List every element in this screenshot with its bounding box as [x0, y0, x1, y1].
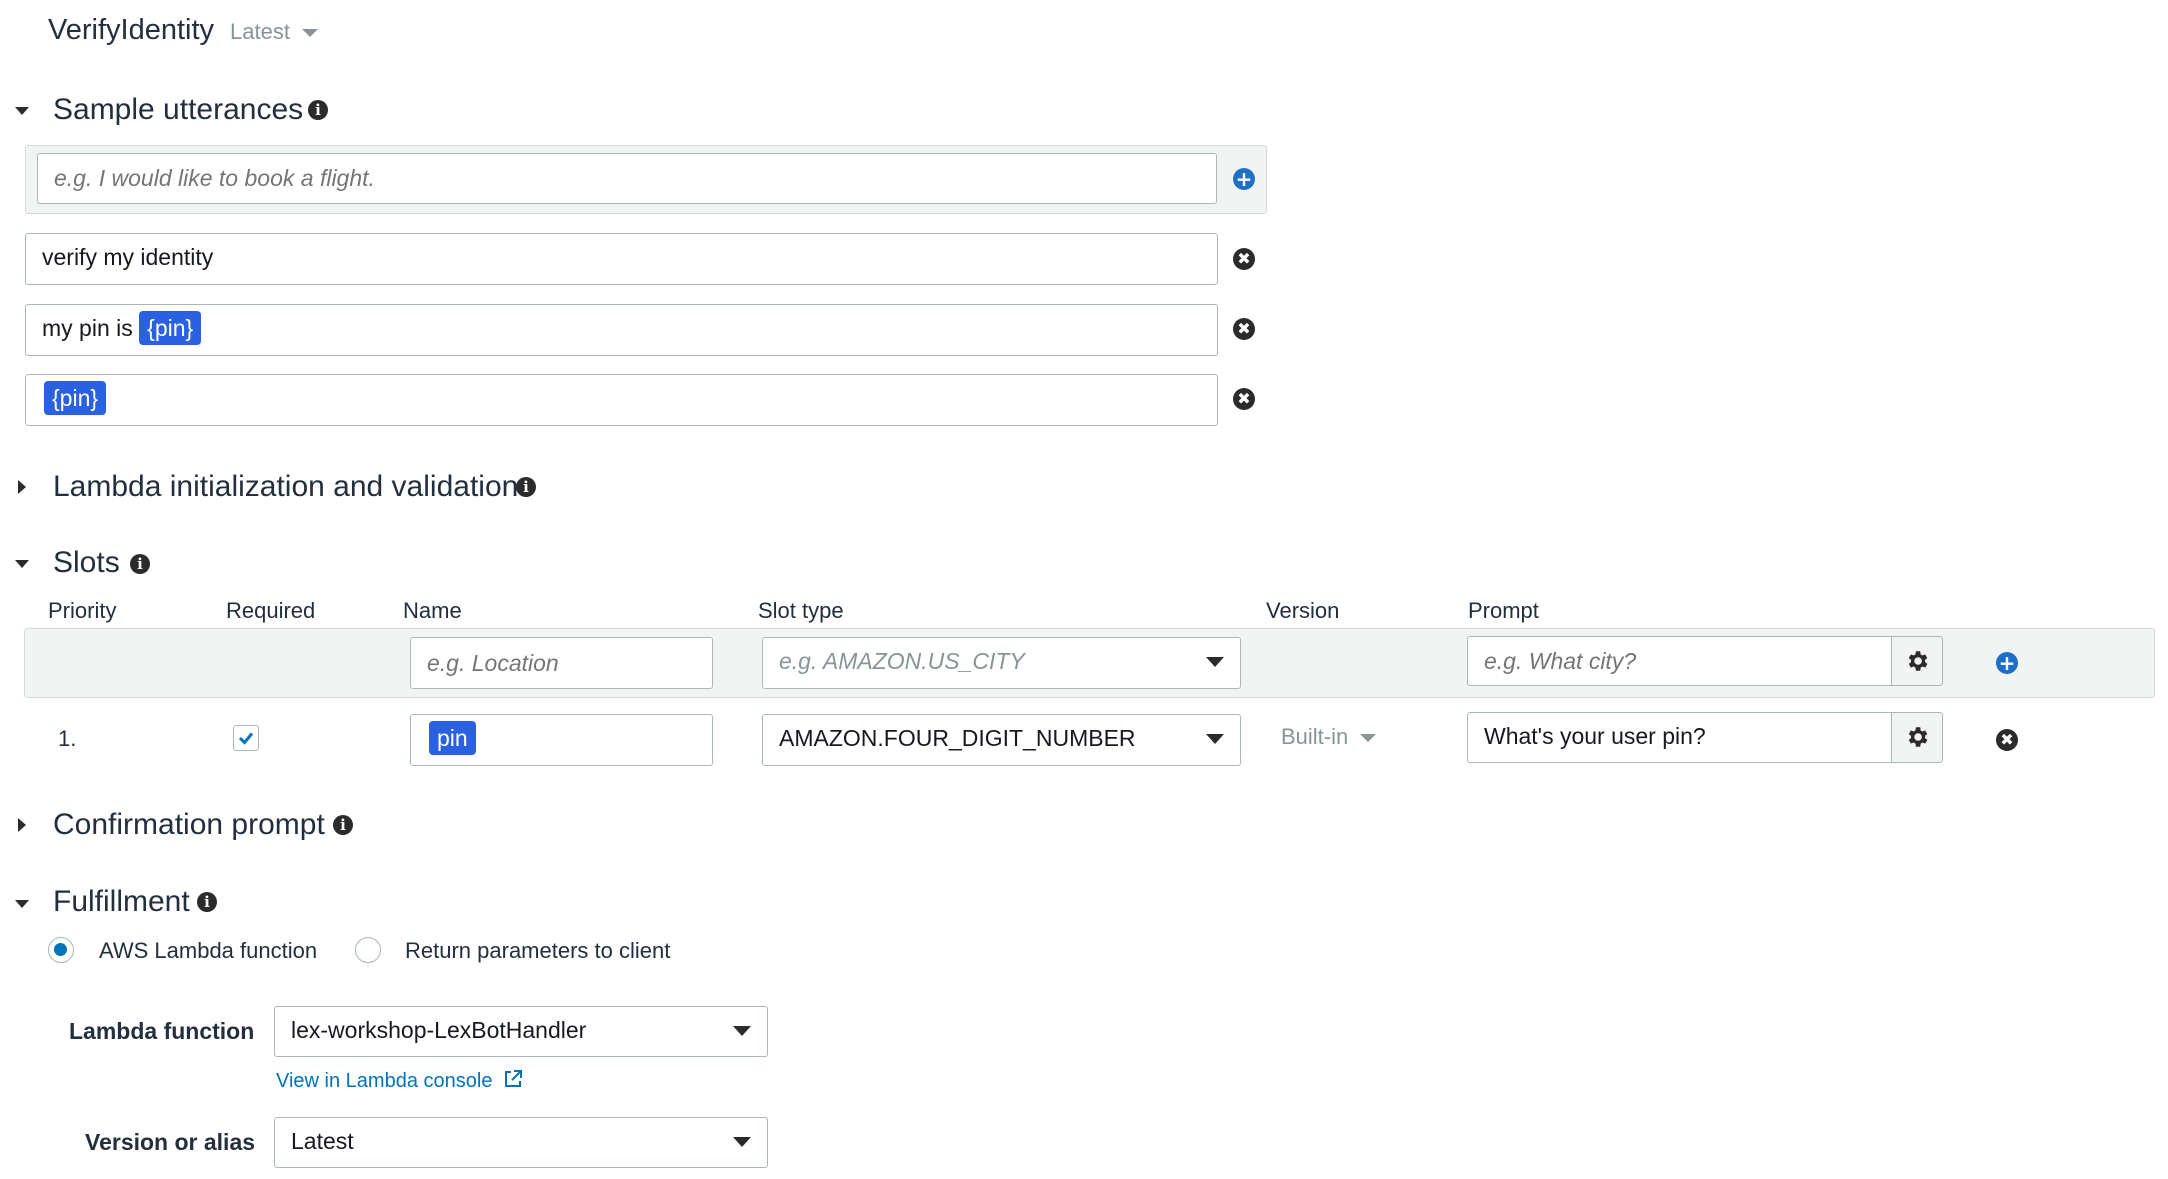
- add-utterance-icon[interactable]: +: [1233, 168, 1255, 190]
- column-prompt: Prompt: [1468, 598, 1539, 623]
- utterance-item[interactable]: verify my identity: [25, 233, 1218, 285]
- slot-chip: pin: [429, 721, 476, 756]
- version-alias-select[interactable]: Latest: [274, 1117, 768, 1168]
- caret-down-icon: [733, 1026, 751, 1036]
- slot-prompt-input[interactable]: What's your user pin?: [1467, 712, 1892, 763]
- radio-return-params-label[interactable]: Return parameters to client: [405, 938, 670, 964]
- new-slot-name-input[interactable]: [410, 637, 713, 689]
- new-utterance-input[interactable]: [37, 153, 1217, 204]
- expand-lambda-init-icon[interactable]: [18, 480, 26, 494]
- slot-required-checkbox[interactable]: [233, 725, 259, 751]
- remove-utterance-icon[interactable]: ✖: [1233, 248, 1255, 270]
- intent-version-label: Latest: [230, 19, 290, 44]
- lambda-init-title[interactable]: Lambda initialization and validation: [53, 470, 518, 504]
- intent-version-dropdown[interactable]: Latest: [230, 19, 319, 45]
- caret-down-icon: [1206, 657, 1224, 667]
- radio-aws-lambda-label[interactable]: AWS Lambda function: [99, 938, 317, 964]
- sample-utterances-title: Sample utterances: [53, 93, 304, 126]
- remove-slot-icon[interactable]: ✖: [1996, 729, 2018, 751]
- column-version: Version: [1266, 598, 1340, 623]
- view-lambda-console-label: View in Lambda console: [276, 1070, 493, 1092]
- info-icon[interactable]: i: [197, 892, 217, 912]
- column-required: Required: [226, 598, 316, 623]
- slot-type-value: AMAZON.FOUR_DIGIT_NUMBER: [779, 725, 1136, 751]
- fulfillment-title: Fulfillment: [53, 885, 190, 918]
- caret-down-icon: [1206, 734, 1224, 744]
- slot-chip: {pin}: [139, 311, 202, 346]
- slots-title: Slots: [53, 546, 120, 579]
- slot-version-dropdown[interactable]: Built-in: [1281, 724, 1377, 750]
- checkbox-icon: [238, 732, 254, 745]
- version-alias-value: Latest: [291, 1128, 354, 1154]
- slot-chip: {pin}: [44, 381, 107, 416]
- collapse-fulfillment-icon[interactable]: [15, 900, 29, 908]
- radio-aws-lambda[interactable]: [48, 937, 74, 963]
- new-slot-type-select[interactable]: e.g. AMAZON.US_CITY: [762, 637, 1241, 689]
- lambda-function-select[interactable]: lex-workshop-LexBotHandler: [274, 1006, 768, 1057]
- chevron-down-icon: [302, 29, 319, 38]
- collapse-sample-utterances-icon[interactable]: [15, 107, 29, 115]
- info-icon[interactable]: i: [130, 554, 150, 574]
- radio-return-params[interactable]: [355, 937, 381, 963]
- remove-utterance-icon[interactable]: ✖: [1233, 318, 1255, 340]
- new-slot-prompt-input[interactable]: [1467, 636, 1892, 686]
- chevron-down-icon: [1360, 734, 1377, 743]
- gear-icon: [1908, 651, 1928, 671]
- info-icon[interactable]: i: [308, 100, 328, 120]
- external-link-icon: [505, 1070, 522, 1087]
- lambda-function-value: lex-workshop-LexBotHandler: [291, 1017, 587, 1043]
- version-alias-label: Version or alias: [85, 1129, 256, 1155]
- utterance-item[interactable]: my pin is {pin}: [25, 304, 1218, 356]
- slot-type-placeholder: e.g. AMAZON.US_CITY: [779, 648, 1025, 674]
- prompt-settings-button[interactable]: [1891, 712, 1943, 763]
- expand-confirmation-icon[interactable]: [18, 818, 26, 832]
- column-name: Name: [403, 598, 462, 623]
- slot-type-select[interactable]: AMAZON.FOUR_DIGIT_NUMBER: [762, 714, 1241, 766]
- info-icon[interactable]: i: [333, 815, 353, 835]
- column-slot-type: Slot type: [758, 598, 844, 623]
- info-icon[interactable]: i: [516, 477, 536, 497]
- gear-icon: [1908, 727, 1928, 747]
- intent-name: VerifyIdentity: [48, 14, 215, 46]
- caret-down-icon: [733, 1137, 751, 1147]
- confirmation-prompt-title[interactable]: Confirmation prompt: [53, 808, 325, 842]
- lambda-function-label: Lambda function: [69, 1018, 255, 1044]
- utterance-text: verify my identity: [42, 244, 214, 270]
- add-slot-icon[interactable]: +: [1996, 652, 2018, 674]
- slot-prompt-value: What's your user pin?: [1484, 723, 1706, 749]
- column-priority: Priority: [48, 598, 117, 623]
- slot-priority: 1.: [58, 726, 77, 751]
- view-lambda-console-link[interactable]: View in Lambda console: [276, 1068, 524, 1093]
- collapse-slots-icon[interactable]: [15, 560, 29, 568]
- prompt-settings-button[interactable]: [1891, 636, 1943, 686]
- remove-utterance-icon[interactable]: ✖: [1233, 388, 1255, 410]
- utterance-item[interactable]: {pin}: [25, 374, 1218, 426]
- utterance-text: my pin is: [42, 315, 140, 341]
- slot-version-label: Built-in: [1281, 724, 1349, 749]
- slot-name-field[interactable]: pin: [410, 714, 713, 766]
